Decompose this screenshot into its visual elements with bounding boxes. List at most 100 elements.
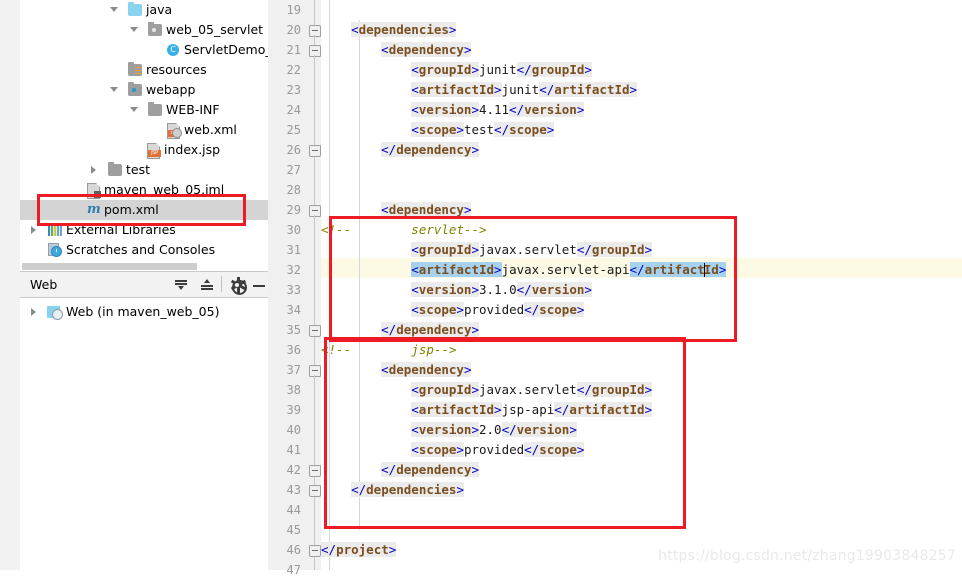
fold-toggle-icon[interactable] xyxy=(309,45,321,60)
tree-item-external-libraries[interactable]: External Libraries xyxy=(20,220,268,240)
code-line[interactable]: </dependency> xyxy=(321,460,480,480)
fold-toggle-icon[interactable] xyxy=(309,205,321,220)
project-tree[interactable]: java web_05_servlet CServletDemo_01resourc… xyxy=(20,0,268,260)
xml-text-value: javax.servlet xyxy=(478,242,577,257)
code-line[interactable]: <groupId>junit</groupId> xyxy=(321,60,592,80)
xml-open-tag: <scope> xyxy=(411,442,464,457)
fold-toggle-icon[interactable] xyxy=(309,460,321,477)
expand-arrow-icon[interactable] xyxy=(128,100,139,120)
watermark: https://blog.csdn.net/zhang19903848257 xyxy=(658,548,956,564)
xml-close-tag: </version> xyxy=(509,102,585,117)
web-facet-row[interactable]: Web (in maven_web_05) xyxy=(20,301,268,323)
xml-close-tag: </version> xyxy=(501,422,577,437)
expand-arrow-icon[interactable] xyxy=(28,220,39,240)
fold-toggle-icon[interactable] xyxy=(309,480,321,497)
code-line[interactable]: <version>2.0</version> xyxy=(321,420,577,440)
collapse-all-button[interactable] xyxy=(198,276,216,294)
code-line[interactable]: </dependencies> xyxy=(321,480,464,500)
line-number: 28 xyxy=(286,183,301,197)
tree-item-java[interactable]: java xyxy=(20,0,268,20)
folder-icon xyxy=(148,100,164,120)
package-folder-icon xyxy=(148,20,164,40)
code-line[interactable]: </project> xyxy=(321,540,397,560)
source-folder-icon xyxy=(128,0,144,20)
line-number: 47 xyxy=(286,563,301,577)
tree-item-web-inf[interactable]: WEB-INF xyxy=(20,100,268,120)
tree-item-web-05-servlet[interactable]: web_05_servlet xyxy=(20,20,268,40)
code-line[interactable]: <version>3.1.0</version> xyxy=(321,280,592,300)
code-line[interactable]: <!-- jsp--> xyxy=(321,340,456,360)
code-line[interactable]: <scope>test</scope> xyxy=(321,120,555,140)
code-line[interactable]: <groupId>javax.servlet</groupId> xyxy=(321,240,653,260)
iml-file-icon xyxy=(86,180,102,200)
line-number: 38 xyxy=(286,383,301,397)
tree-item-label: WEB-INF xyxy=(166,102,220,117)
expand-arrow-icon[interactable] xyxy=(108,80,119,100)
tree-item-index-jsp[interactable]: JSP index.jsp xyxy=(20,140,268,160)
tree-item-test[interactable]: test xyxy=(20,160,268,180)
xml-open-tag: <dependency> xyxy=(381,362,472,377)
xml-text-value: javax.servlet xyxy=(478,382,577,397)
web-facet-label: Web (in maven_web_05) xyxy=(66,304,220,319)
tree-item-pom-xml[interactable]: m pom.xml xyxy=(20,200,268,220)
xml-text-value: javax.servlet-api xyxy=(501,262,630,277)
xml-close-tag: </scope> xyxy=(524,302,585,317)
tree-item-webapp[interactable]: webapp xyxy=(20,80,268,100)
tree-item-label: ServletDemo_01 xyxy=(184,42,268,57)
expand-arrow-icon[interactable] xyxy=(108,0,119,20)
project-tree-panel[interactable]: java web_05_servlet CServletDemo_01resourc… xyxy=(20,0,268,262)
fold-toggle-icon[interactable] xyxy=(309,140,321,157)
expand-arrow-icon[interactable] xyxy=(28,301,39,323)
tree-item-scratches-and-consoles[interactable]: Scratches and Consoles xyxy=(20,240,268,260)
tree-item-maven-web-05-iml[interactable]: maven_web_05.iml xyxy=(20,180,268,200)
tree-item-label: java xyxy=(146,2,173,17)
code-line[interactable]: <dependency> xyxy=(321,200,472,220)
line-number: 31 xyxy=(286,243,301,257)
tree-item-servletdemo-01[interactable]: CServletDemo_01 xyxy=(20,40,268,60)
tree-item-resources[interactable]: resources xyxy=(20,60,268,80)
fold-toggle-icon[interactable] xyxy=(309,320,321,337)
xml-close-tag: </version> xyxy=(516,282,592,297)
xml-open-tag: <artifactId> xyxy=(411,82,502,97)
tree-item-label: resources xyxy=(146,62,207,77)
code-line[interactable]: <scope>provided</scope> xyxy=(321,440,585,460)
settings-button[interactable] xyxy=(228,276,247,295)
code-line[interactable]: <!-- servlet--> xyxy=(321,220,487,240)
xml-close-tag: </groupId> xyxy=(576,382,653,397)
web-tool-window-body[interactable]: Web (in maven_web_05) xyxy=(20,301,268,574)
code-line[interactable]: <dependency> xyxy=(321,40,472,60)
code-line[interactable]: <scope>provided</scope> xyxy=(321,300,585,320)
xml-close-tag: </project> xyxy=(321,542,397,557)
project-tree-horizontal-scrollbar[interactable] xyxy=(20,262,268,271)
web-folder-icon xyxy=(128,80,144,100)
code-line[interactable]: </dependency> xyxy=(321,140,480,160)
scrollbar-thumb[interactable] xyxy=(22,263,197,270)
code-editor[interactable]: 19 20 21 22 23 24 25 26 27 28 29 30 31 32 33 34 35 36 37 38… xyxy=(268,0,962,577)
code-line[interactable]: <dependency> xyxy=(321,360,472,380)
line-number: 24 xyxy=(286,103,301,117)
line-number: 27 xyxy=(286,163,301,177)
line-number: 23 xyxy=(286,83,301,97)
xml-open-tag: <scope> xyxy=(411,122,464,137)
code-line[interactable]: </dependency> xyxy=(321,320,480,340)
code-line[interactable]: <version>4.11</version> xyxy=(321,100,585,120)
xml-text-value: provided xyxy=(463,302,525,317)
code-line[interactable]: <artifactId>junit</artifactId> xyxy=(321,80,638,100)
code-line[interactable]: <dependencies> xyxy=(321,20,457,40)
fold-toggle-icon[interactable] xyxy=(309,540,321,557)
code-line[interactable]: <groupId>javax.servlet</groupId> xyxy=(321,380,653,400)
tree-item-web-xml[interactable]: xweb.xml xyxy=(20,120,268,140)
xml-text-value: 2.0 xyxy=(478,422,502,437)
maven-file-icon: m xyxy=(87,202,101,217)
code-line[interactable]: <artifactId>jsp-api</artifactId> xyxy=(321,400,653,420)
resources-folder-icon xyxy=(128,60,144,80)
tree-item-label: maven_web_05.iml xyxy=(104,182,225,197)
expand-all-button[interactable] xyxy=(172,276,190,294)
code-text-area[interactable]: <dependencies> <dependency> <groupId>junit… xyxy=(321,0,962,570)
expand-arrow-icon[interactable] xyxy=(88,160,99,180)
expand-arrow-icon[interactable] xyxy=(128,20,139,40)
fold-toggle-icon[interactable] xyxy=(309,365,321,380)
left-tool-window-strip[interactable] xyxy=(0,0,20,570)
code-line[interactable]: <artifactId>javax.servlet-api</artifactI… xyxy=(321,260,727,280)
fold-toggle-icon[interactable] xyxy=(309,25,321,40)
